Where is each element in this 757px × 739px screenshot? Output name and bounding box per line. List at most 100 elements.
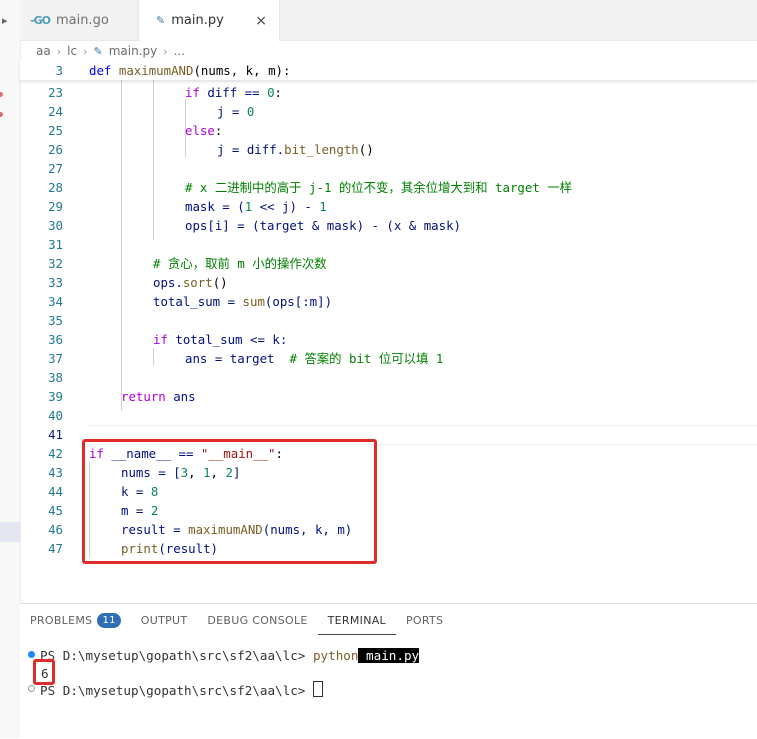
code-text[interactable]: j = 0 [217,102,254,121]
chevron-right-icon: › [163,44,168,58]
code-line-32[interactable]: 32 # 贪心，取前 m 小的操作次数 [20,254,757,273]
tab-problems[interactable]: PROBLEMS 11 [20,606,131,634]
line-number: 3 [55,63,63,78]
breadcrumb-item[interactable]: main.py [109,44,158,58]
breadcrumb-item[interactable]: aa [36,44,51,58]
code-text[interactable]: return ans [121,387,196,406]
line-number: 32 [48,256,63,271]
editor-tab-bar: -GO main.go ✎ main.py × [20,0,757,41]
breadcrumb: aa › lc › ✎ main.py › ... [36,42,185,60]
python-file-icon: ✎ [156,14,166,27]
terminal-prompt: PS D:\mysetup\gopath\src\sf2\aa\lc> [40,683,313,698]
line-number: 35 [48,313,63,328]
code-line-27[interactable]: 27 [20,159,757,178]
code-line-36[interactable]: 36 if total_sum <= k: [20,330,757,349]
terminal-prompt: PS D:\mysetup\gopath\src\sf2\aa\lc> [40,648,313,663]
code-text[interactable]: if diff == 0: [185,83,282,102]
code-text[interactable]: mask = (1 << j) - 1 [185,197,327,216]
code-line-39[interactable]: 39 return ans [20,387,757,406]
line-number: 26 [48,142,63,157]
code-line-33[interactable]: 33 ops.sort() [20,273,757,292]
terminal-cursor [312,681,323,697]
line-number: 33 [48,275,63,290]
line-number: 28 [48,180,63,195]
chevron-icon[interactable]: ▸ [2,14,8,27]
close-icon[interactable]: × [255,13,267,29]
line-number: 36 [48,332,63,347]
line-number: 27 [48,161,63,176]
line-number: 23 [48,85,63,100]
line-number: 43 [48,465,63,480]
tab-terminal[interactable]: TERMINAL [317,606,396,635]
line-number: 47 [48,541,63,556]
code-line-34[interactable]: 34 total_sum = sum(ops[:m]) [20,292,757,311]
line-number: 40 [48,408,63,423]
code-line-24[interactable]: 24 j = 0 [20,102,757,121]
tab-label: PROBLEMS [30,613,93,627]
terminal-line[interactable]: PS D:\mysetup\gopath\src\sf2\aa\lc> pyth… [40,647,420,665]
activity-strip: ▸ [0,0,21,738]
command-decoration-icon[interactable] [28,651,35,658]
go-file-icon: -GO [30,13,51,27]
code-line-28[interactable]: 28 # x 二进制中的高于 j-1 的位不变，其余位增大到和 target 一… [20,178,757,197]
line-number: 29 [48,199,63,214]
highlight-box [82,439,377,564]
tab-label: PORTS [405,613,444,627]
code-text[interactable]: j = diff.bit_length() [217,140,374,159]
line-number: 44 [48,484,63,499]
line-number: 37 [48,351,63,366]
breadcrumb-item[interactable]: ... [174,44,185,58]
breakpoint-marker [0,112,3,117]
tab-main-py[interactable]: ✎ main.py × [140,0,280,41]
tab-label: main.py [171,13,224,28]
code-line-25[interactable]: 25 else: [20,121,757,140]
breakpoint-marker [0,92,3,97]
line-number: 38 [48,370,63,385]
command-decoration-icon[interactable] [28,685,35,692]
sticky-scroll-header[interactable]: 3 def maximumAND(nums, k, m): [20,60,757,80]
tab-label: TERMINAL [327,613,386,627]
code-line-23[interactable]: 23 if diff == 0: [20,83,757,102]
code-text[interactable]: else: [185,121,222,140]
chevron-right-icon: › [56,44,62,58]
code-line[interactable]: def maximumAND(nums, k, m): [89,61,290,80]
code-text[interactable]: ops[i] = (target & mask) - (x & mask) [185,216,461,235]
python-file-icon: ✎ [93,44,103,58]
terminal-command: python [312,648,359,663]
code-line-37[interactable]: 37 ans = target # 答案的 bit 位可以填 1 [20,349,757,368]
code-line-38[interactable]: 38 [20,368,757,387]
code-comment[interactable]: # 贪心，取前 m 小的操作次数 [153,254,327,273]
code-text[interactable]: if total_sum <= k: [153,330,287,349]
code-line-29[interactable]: 29 mask = (1 << j) - 1 [20,197,757,216]
tab-label: OUTPUT [140,613,188,627]
line-number: 41 [48,427,63,442]
panel-tabs: PROBLEMS 11 OUTPUT DEBUG CONSOLE TERMINA… [20,606,453,635]
tab-main-go[interactable]: -GO main.go [20,0,138,40]
code-line-26[interactable]: 26 j = diff.bit_length() [20,140,757,159]
code-line-40[interactable]: 40 [20,406,757,425]
code-line-30[interactable]: 30 ops[i] = (target & mask) - (x & mask) [20,216,757,235]
code-line-35[interactable]: 35 [20,311,757,330]
explorer-selected-item[interactable] [0,522,20,542]
breadcrumb-item[interactable]: lc [67,44,77,58]
chevron-right-icon: › [83,44,88,58]
line-number: 24 [48,104,63,119]
code-comment[interactable]: # x 二进制中的高于 j-1 的位不变，其余位增大到和 target 一样 [185,178,572,197]
code-text[interactable]: total_sum = sum(ops[:m]) [153,292,332,311]
tab-ports[interactable]: PORTS [396,606,453,634]
tab-output[interactable]: OUTPUT [131,606,198,634]
line-number: 45 [48,503,63,518]
line-number: 31 [48,237,63,252]
code-text[interactable]: ans = target # 答案的 bit 位可以填 1 [185,349,443,368]
tab-debug-console[interactable]: DEBUG CONSOLE [197,606,317,634]
terminal-line[interactable]: PS D:\mysetup\gopath\src\sf2\aa\lc> [40,681,323,700]
line-number: 39 [48,389,63,404]
code-text[interactable]: ops.sort() [153,273,228,292]
highlight-box [33,659,55,685]
tab-label: main.go [55,12,109,28]
line-number: 34 [48,294,63,309]
terminal-argument: main.py [358,648,420,663]
line-number: 46 [48,522,63,537]
problems-count-badge: 11 [97,612,121,628]
code-line-31[interactable]: 31 [20,235,757,254]
